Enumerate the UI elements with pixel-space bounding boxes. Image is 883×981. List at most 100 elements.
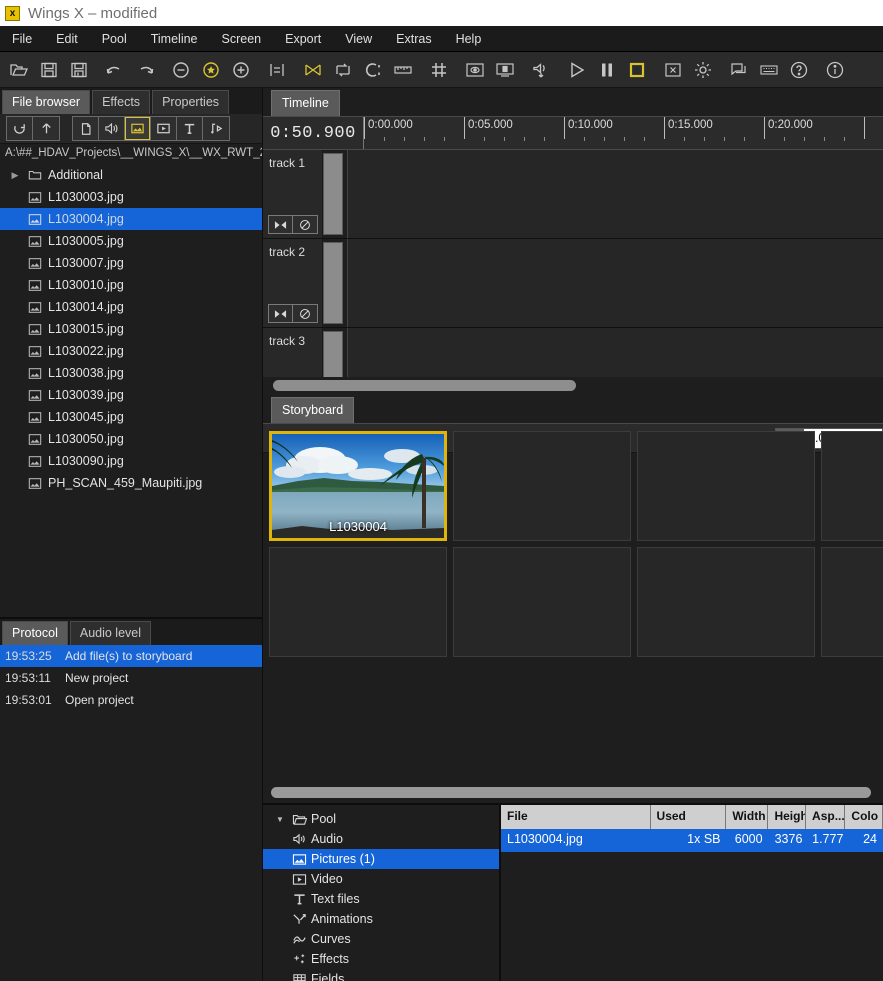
protocol-log-list[interactable]: 19:53:25 Add file(s) to storyboard 19:53…	[0, 645, 262, 711]
mute-icon[interactable]	[293, 216, 317, 233]
refresh-icon[interactable]	[7, 117, 33, 140]
list-item[interactable]: L1030022.jpg	[0, 340, 262, 362]
pool-tree[interactable]: ▼ Pool Audio Pictures (1) Video Text fil…	[263, 805, 501, 981]
pool-tree-item-fields[interactable]: Fields	[263, 969, 499, 981]
storyboard-cell-empty[interactable]	[821, 547, 883, 657]
grid-icon[interactable]	[424, 55, 454, 85]
tab-effects[interactable]: Effects	[92, 90, 151, 114]
comment-icon[interactable]	[724, 55, 754, 85]
picture-filter-icon[interactable]	[125, 117, 151, 140]
timeline-track[interactable]: track 3	[263, 328, 883, 377]
open-folder-icon[interactable]	[4, 55, 34, 85]
tab-file-browser[interactable]: File browser	[2, 90, 91, 114]
parent-folder-icon[interactable]	[33, 117, 59, 140]
tab-storyboard[interactable]: Storyboard	[271, 397, 355, 423]
pool-tree-item-audio[interactable]: Audio	[263, 829, 499, 849]
storyboard-cell-filled[interactable]: L1030004	[269, 431, 447, 541]
track-header[interactable]: track 3	[263, 328, 323, 377]
timeline-horizontal-scrollbar[interactable]	[263, 377, 883, 395]
menu-view[interactable]: View	[333, 28, 384, 50]
column-header-file[interactable]: File	[501, 805, 651, 829]
play-icon[interactable]	[562, 55, 592, 85]
track-fader[interactable]	[323, 153, 343, 235]
list-item[interactable]: L1030015.jpg	[0, 318, 262, 340]
trigger-filter-icon[interactable]	[203, 117, 229, 140]
list-item[interactable]: L1030007.jpg	[0, 252, 262, 274]
track-fader[interactable]	[323, 331, 343, 377]
zoom-fit-icon[interactable]	[196, 55, 226, 85]
pool-tree-item-animations[interactable]: Animations	[263, 909, 499, 929]
tab-protocol[interactable]: Protocol	[2, 621, 68, 645]
table-row[interactable]: L1030004.jpg 1x SB 6000 3376 1.777 24	[501, 829, 883, 852]
list-item[interactable]: ▶ Additional	[0, 164, 262, 186]
text-filter-icon[interactable]	[177, 117, 203, 140]
track-header[interactable]: track 2	[263, 239, 323, 327]
pool-table[interactable]: File Used Width Height Asp... Colo L1030…	[501, 805, 883, 981]
storyboard-cell-empty[interactable]	[453, 431, 631, 541]
mute-icon[interactable]	[293, 305, 317, 322]
track-body[interactable]	[347, 328, 883, 377]
audio-filter-icon[interactable]	[99, 117, 125, 140]
fit-selection-icon[interactable]	[262, 55, 292, 85]
storyboard-horizontal-scrollbar[interactable]	[263, 783, 883, 803]
menu-timeline[interactable]: Timeline	[139, 28, 210, 50]
all-files-icon[interactable]	[73, 117, 99, 140]
menu-extras[interactable]: Extras	[384, 28, 443, 50]
storyboard-cell-empty[interactable]	[269, 547, 447, 657]
track-fader[interactable]	[323, 242, 343, 324]
column-header-colour[interactable]: Colo	[845, 805, 883, 829]
list-item[interactable]: L1030039.jpg	[0, 384, 262, 406]
zoom-out-icon[interactable]	[166, 55, 196, 85]
storyboard-cell-empty[interactable]	[637, 547, 815, 657]
track-body[interactable]	[347, 239, 883, 327]
expand-twisty-icon[interactable]: ▶	[6, 170, 24, 181]
shuffle-icon[interactable]	[328, 55, 358, 85]
storyboard-cell-empty[interactable]	[453, 547, 631, 657]
monitor-icon[interactable]	[490, 55, 520, 85]
column-header-height[interactable]: Height	[768, 805, 807, 829]
list-item[interactable]: L1030003.jpg	[0, 186, 262, 208]
log-entry[interactable]: 19:53:01 Open project	[0, 689, 262, 711]
list-item[interactable]: L1030038.jpg	[0, 362, 262, 384]
path-bar[interactable]: A:\##_HDAV_Projects\__WINGS_X\__WX_RWT_2…	[0, 144, 262, 164]
menu-export[interactable]: Export	[273, 28, 333, 50]
log-entry[interactable]: 19:53:11 New project	[0, 667, 262, 689]
timecode-display[interactable]: 0:50.900	[263, 117, 363, 149]
help-icon[interactable]	[784, 55, 814, 85]
settings-gear-icon[interactable]	[688, 55, 718, 85]
track-header[interactable]: track 1	[263, 150, 323, 238]
list-item-selected[interactable]: L1030004.jpg	[0, 208, 262, 230]
zoom-in-icon[interactable]	[226, 55, 256, 85]
list-item[interactable]: L1030090.jpg	[0, 450, 262, 472]
pool-tree-item-effects[interactable]: Effects	[263, 949, 499, 969]
file-list[interactable]: ▶ Additional L1030003.jpg L1030004.jpg L…	[0, 164, 262, 617]
menu-file[interactable]: File	[0, 28, 44, 50]
ruler-icon[interactable]	[388, 55, 418, 85]
audio-down-icon[interactable]	[526, 55, 556, 85]
pool-tree-item-text-files[interactable]: Text files	[263, 889, 499, 909]
timeline-track[interactable]: track 1	[263, 150, 883, 239]
undo-icon[interactable]	[100, 55, 130, 85]
list-item[interactable]: L1030010.jpg	[0, 274, 262, 296]
video-filter-icon[interactable]	[151, 117, 177, 140]
close-show-icon[interactable]	[658, 55, 688, 85]
menu-edit[interactable]: Edit	[44, 28, 90, 50]
pool-tree-item-pool[interactable]: ▼ Pool	[263, 809, 499, 829]
save-as-icon[interactable]	[64, 55, 94, 85]
tab-timeline[interactable]: Timeline	[271, 90, 340, 116]
save-icon[interactable]	[34, 55, 64, 85]
timeline-track[interactable]: track 2	[263, 239, 883, 328]
stop-icon[interactable]	[622, 55, 652, 85]
crossfade-icon[interactable]	[269, 216, 293, 233]
list-item[interactable]: L1030045.jpg	[0, 406, 262, 428]
cut-marker-icon[interactable]	[358, 55, 388, 85]
column-header-width[interactable]: Width	[726, 805, 769, 829]
list-item[interactable]: PH_SCAN_459_Maupiti.jpg	[0, 472, 262, 494]
column-header-aspect[interactable]: Asp...	[806, 805, 846, 829]
pool-tree-item-curves[interactable]: Curves	[263, 929, 499, 949]
tab-audio-level[interactable]: Audio level	[69, 621, 152, 645]
list-item[interactable]: L1030014.jpg	[0, 296, 262, 318]
preview-icon[interactable]	[460, 55, 490, 85]
pool-tree-item-pictures[interactable]: Pictures (1)	[263, 849, 499, 869]
redo-icon[interactable]	[130, 55, 160, 85]
